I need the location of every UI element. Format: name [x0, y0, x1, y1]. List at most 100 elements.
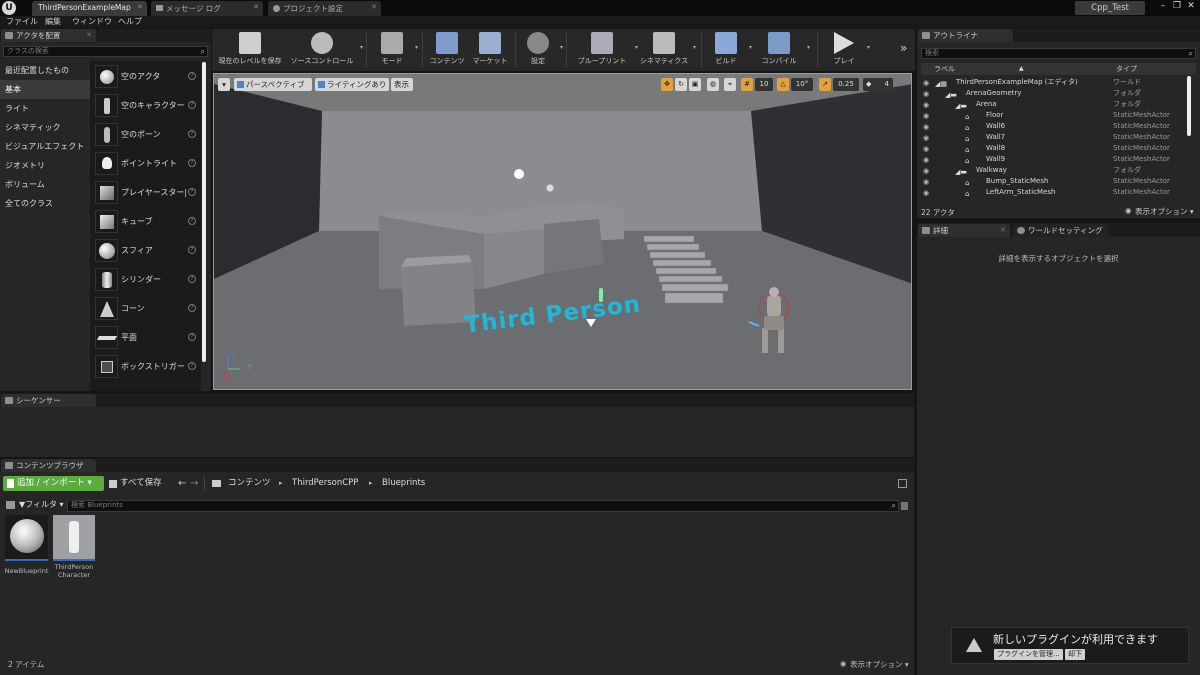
menu-file[interactable]: ファイル	[6, 16, 38, 28]
outliner-row[interactable]: ◉ ⌂ Bump_StaticMesh StaticMeshActor	[921, 176, 1186, 187]
help-icon[interactable]: ?	[188, 362, 196, 370]
actor-item-cylinder[interactable]: シリンダー?	[92, 265, 202, 294]
column-label[interactable]: ラベル	[934, 63, 955, 75]
column-type[interactable]: タイプ	[1116, 63, 1137, 75]
build-button[interactable]: ビルド ▾	[706, 29, 752, 71]
save-all-button[interactable]: すべて保存	[108, 476, 162, 491]
content-button[interactable]: コンテンツ	[427, 29, 467, 71]
blueprints-button[interactable]: ブループリント ▾	[572, 29, 638, 71]
outliner-row[interactable]: ◉ ⌂ Floor StaticMeshActor	[921, 110, 1186, 121]
save-search-icon[interactable]	[901, 502, 908, 510]
close-icon[interactable]: ✕	[371, 3, 377, 11]
actor-item-plane[interactable]: 平面?	[92, 323, 202, 352]
class-search-input[interactable]: クラスの検索 ⌕	[3, 46, 208, 57]
modes-button[interactable]: モード ▾	[372, 29, 418, 71]
outliner-row[interactable]: ◉ ◢▦ ThirdPersonExampleMap (エディタ) ワールド	[921, 77, 1186, 88]
perspective-button[interactable]: パースペクティブ	[234, 78, 312, 91]
outliner-row[interactable]: ◉ ⌂ Wall7 StaticMeshActor	[921, 132, 1186, 143]
outliner-row[interactable]: ◉ ⌂ Wall6 StaticMeshActor	[921, 121, 1186, 132]
save-level-button[interactable]: 現在のレベルを保存	[216, 29, 284, 71]
actor-item-cube[interactable]: キューブ?	[92, 207, 202, 236]
scale-snap-value[interactable]: 0.25	[833, 78, 859, 91]
doc-tab-project-settings[interactable]: プロジェクト設定 ✕	[268, 1, 381, 16]
category-recent[interactable]: 最近配置したもの	[0, 61, 90, 80]
surface-snap-icon[interactable]: ⌖	[724, 78, 736, 91]
asset-third-person-character[interactable]	[53, 515, 95, 561]
help-icon[interactable]: ?	[188, 101, 196, 109]
outliner-scrollbar[interactable]	[1187, 76, 1191, 136]
world-space-icon[interactable]: ◍	[707, 78, 719, 91]
outliner-row[interactable]: ◉ ◢▬ ArenaGeometry フォルダ	[921, 88, 1186, 99]
maximize-button[interactable]: ❐	[1171, 1, 1183, 12]
category-geometry[interactable]: ジオメトリ	[0, 156, 90, 175]
close-icon[interactable]: ✕	[1000, 224, 1006, 237]
category-cinematic[interactable]: シネマティック	[0, 118, 90, 137]
help-icon[interactable]: ?	[188, 304, 196, 312]
menu-window[interactable]: ウィンドウ	[72, 16, 112, 28]
actor-item-box-trigger[interactable]: ボックストリガー?	[92, 352, 202, 381]
category-basic[interactable]: 基本	[0, 80, 90, 99]
scale-snap-icon[interactable]: ↗	[819, 78, 831, 91]
content-browser-tab[interactable]: コンテンツブラウザ	[1, 459, 96, 472]
manage-plugins-button[interactable]: プラグインを管理...	[994, 649, 1063, 660]
help-icon[interactable]: ?	[188, 217, 196, 225]
scale-tool-icon[interactable]: ▣	[689, 78, 701, 91]
dismiss-button[interactable]: 却下	[1065, 649, 1085, 660]
rotate-snap-value[interactable]: 10°	[791, 78, 813, 91]
actor-item-sphere[interactable]: スフィア?	[92, 236, 202, 265]
lighting-mode-button[interactable]: ライティングあり	[315, 78, 389, 91]
minimize-button[interactable]: –	[1157, 1, 1169, 12]
unreal-logo-icon[interactable]: U	[2, 1, 16, 15]
settings-button[interactable]: 設定 ▾	[519, 29, 563, 71]
outliner-row[interactable]: ◉ ⌂ Wall9 StaticMeshActor	[921, 154, 1186, 165]
level-viewport[interactable]: Third Person z Y ▾ パースペクティブ ライティングあり 表示 …	[213, 73, 912, 390]
lock-icon[interactable]	[898, 479, 907, 488]
show-button[interactable]: 表示	[391, 78, 413, 91]
grid-snap-icon[interactable]: #	[741, 78, 753, 91]
help-icon[interactable]: ?	[188, 159, 196, 167]
rotate-tool-icon[interactable]: ↻	[675, 78, 687, 91]
outliner-row[interactable]: ◉ ◢▬ Arena フォルダ	[921, 99, 1186, 110]
doc-tab-message-log[interactable]: メッセージ ログ ✕	[151, 1, 263, 16]
actor-list-scrollbar[interactable]	[202, 62, 206, 362]
marketplace-button[interactable]: マーケット	[470, 29, 510, 71]
help-icon[interactable]: ?	[188, 275, 196, 283]
help-icon[interactable]: ?	[188, 246, 196, 254]
outliner-tab[interactable]: アウトライナ	[918, 29, 1013, 42]
close-icon[interactable]: ✕	[86, 29, 92, 42]
menu-help[interactable]: ヘルプ	[118, 16, 142, 28]
asset-search-input[interactable]: 検索 Blueprints ⌕	[67, 500, 899, 512]
close-icon[interactable]: ✕	[253, 3, 259, 11]
category-visual-effects[interactable]: ビジュアルエフェクト	[0, 137, 90, 156]
doc-tab-map[interactable]: ThirdPersonExampleMap ✕	[32, 1, 147, 16]
outliner-row[interactable]: ◉ ⌂ LeftArm_StaticMesh StaticMeshActor	[921, 187, 1186, 198]
outliner-search-input[interactable]: 検索 ⌕	[921, 48, 1196, 59]
outliner-row[interactable]: ◉ ⌂ Wall8 StaticMeshActor	[921, 143, 1186, 154]
translate-tool-icon[interactable]: ✥	[661, 78, 673, 91]
close-icon[interactable]: ✕	[137, 3, 143, 11]
actor-item-cone[interactable]: コーン?	[92, 294, 202, 323]
path-blueprints[interactable]: Blueprints	[382, 476, 425, 491]
menu-edit[interactable]: 編集	[45, 16, 61, 28]
camera-speed-button[interactable]: ◆ 4	[863, 78, 893, 91]
category-lights[interactable]: ライト	[0, 99, 90, 118]
outliner-row[interactable]: ◉ ◢▬ Walkway フォルダ	[921, 165, 1186, 176]
place-actors-tab[interactable]: アクタを配置 ✕	[1, 29, 96, 42]
forward-arrow-icon[interactable]: →	[190, 476, 198, 491]
help-icon[interactable]: ?	[188, 188, 196, 196]
help-icon[interactable]: ?	[188, 333, 196, 341]
sequencer-tab[interactable]: シーケンサー	[1, 394, 96, 407]
source-control-button[interactable]: ソースコントロール ▾	[287, 29, 363, 71]
path-third-person-cpp[interactable]: ThirdPersonCPP	[292, 476, 358, 491]
cinematics-button[interactable]: シネマティクス ▾	[638, 29, 696, 71]
play-button[interactable]: プレイ ▾	[824, 29, 870, 71]
outliner-view-options-button[interactable]: ◉ 表示オプション ▾	[1125, 206, 1194, 217]
back-arrow-icon[interactable]: ←	[178, 476, 186, 491]
help-icon[interactable]: ?	[188, 72, 196, 80]
actor-item-point-light[interactable]: ポイントライト?	[92, 149, 202, 178]
actor-item-empty-actor[interactable]: 空のアクタ?	[92, 62, 202, 91]
viewport-options-button[interactable]: ▾	[218, 78, 230, 91]
asset-new-blueprint[interactable]	[5, 515, 48, 561]
compile-button[interactable]: コンパイル ▾	[754, 29, 810, 71]
path-content[interactable]: コンテンツ	[228, 476, 271, 491]
